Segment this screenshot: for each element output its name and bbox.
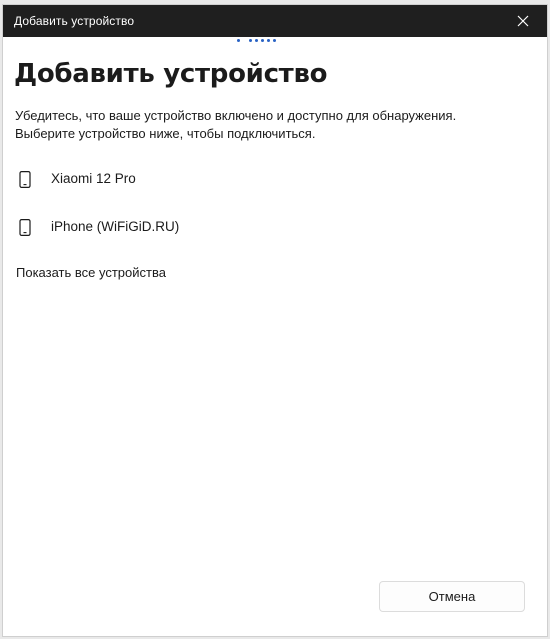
instructions-line-1: Убедитесь, что ваше устройство включено … <box>15 108 457 123</box>
phone-icon <box>19 219 31 236</box>
window-title: Добавить устройство <box>14 14 135 28</box>
title-bar: Добавить устройство <box>3 5 547 37</box>
device-label: Xiaomi 12 Pro <box>51 171 136 186</box>
add-device-dialog: Добавить устройство Добавить устройство … <box>2 4 548 637</box>
close-button[interactable] <box>503 5 543 37</box>
instructions-line-2: Выберите устройство ниже, чтобы подключи… <box>15 126 316 141</box>
show-all-devices-link[interactable]: Показать все устройства <box>16 265 166 280</box>
device-label: iPhone (WiFiGiD.RU) <box>51 219 180 234</box>
cancel-button[interactable]: Отмена <box>379 581 525 612</box>
page-title: Добавить устройство <box>14 59 328 89</box>
device-item-xiaomi[interactable]: Xiaomi 12 Pro <box>11 161 531 197</box>
phone-icon <box>19 171 31 188</box>
scanning-progress-indicator <box>237 38 287 44</box>
instructions-text: Убедитесь, что ваше устройство включено … <box>15 107 535 143</box>
close-icon <box>517 15 529 27</box>
device-item-iphone[interactable]: iPhone (WiFiGiD.RU) <box>11 209 531 245</box>
